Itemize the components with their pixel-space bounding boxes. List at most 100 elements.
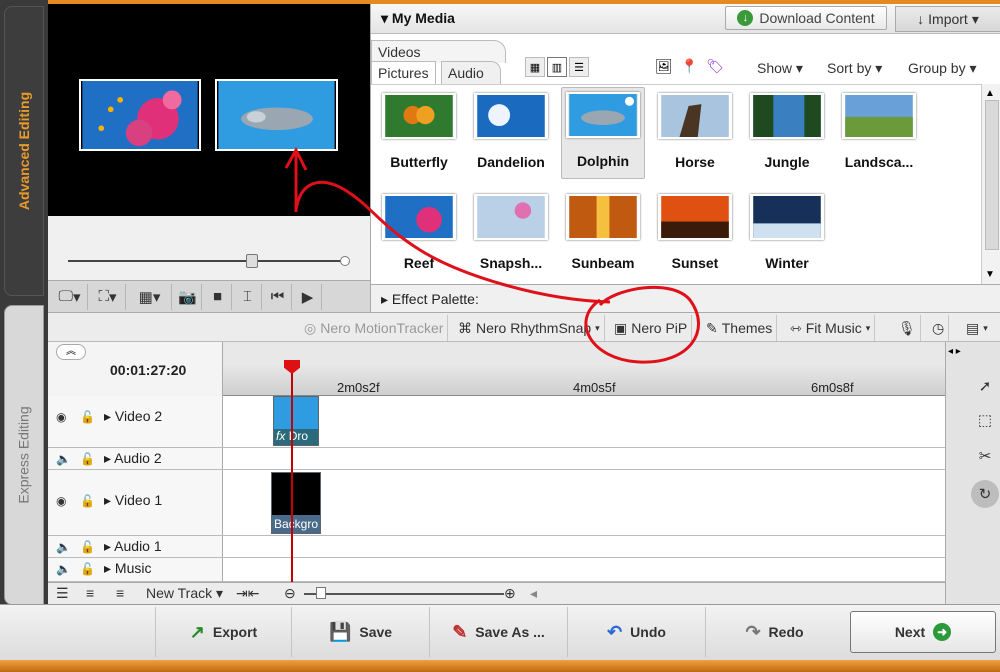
tab-videos[interactable]: Videos [371, 40, 506, 63]
stop-button[interactable]: ■ [204, 283, 232, 310]
media-scrollbar[interactable]: ▲ ▼ [981, 84, 1000, 284]
effect-palette-bar[interactable]: ▸ Effect Palette: [371, 284, 1000, 312]
ripple-tool-icon[interactable]: ↻ [971, 480, 999, 508]
speaker-icon[interactable]: 🔈 [56, 562, 71, 576]
stop-icon: ■ [212, 288, 223, 305]
media-item-selected[interactable]: Dolphin [561, 87, 645, 179]
next-button[interactable]: Next ➜ [850, 611, 996, 653]
more-tools-button[interactable]: ▤ ▾ [962, 315, 992, 341]
background-clip[interactable]: Backgro [271, 472, 321, 534]
save-button[interactable]: 💾 Save [291, 607, 429, 657]
media-item[interactable]: Jungle [745, 89, 829, 181]
nero-pip-button[interactable]: ▣ Nero PiP [610, 315, 693, 341]
import-button[interactable]: ↓ Import ▾ [895, 6, 1000, 32]
pointer-tool-icon[interactable]: ➚ [971, 372, 999, 400]
scroll-thumb[interactable] [985, 100, 999, 250]
track-music[interactable]: 🔈 🔓 ▸ Music [48, 558, 945, 582]
track-audio-1[interactable]: 🔈 🔓 ▸ Audio 1 [48, 536, 945, 558]
scroll-left-icon[interactable]: ◂ [530, 585, 537, 602]
media-item[interactable]: Horse [653, 89, 737, 181]
zoom-slider-knob[interactable] [316, 587, 326, 599]
sunbeam-thumbnail [566, 194, 640, 240]
track-size-medium-icon[interactable]: ≡ [86, 585, 94, 601]
rhythm-snap-button[interactable]: ⌘ Nero RhythmSnap ▾ [454, 315, 605, 341]
new-track-menu[interactable]: New Track ▾ [146, 585, 223, 602]
track-size-small-icon[interactable]: ≡ [116, 585, 124, 601]
dolphin-clip[interactable]: fx Dro [273, 396, 319, 446]
previous-frame-button[interactable]: ⏮ [264, 283, 292, 310]
timeline-ruler[interactable]: 2m0s2f 4m0s5f 6m0s8f [223, 366, 945, 396]
lock-icon[interactable]: 🔓 [80, 494, 95, 508]
location-pin-icon[interactable]: 📍 [681, 58, 698, 75]
view-list-icon[interactable]: ☰ [569, 57, 589, 77]
zoom-slider-track[interactable] [304, 593, 504, 595]
target-icon: ◎ [304, 319, 317, 336]
media-item[interactable]: Sunset [653, 190, 737, 282]
selection-tool-icon[interactable]: ⬚ [971, 406, 999, 434]
fullscreen-menu-button[interactable]: ⛶ ▾ [90, 283, 126, 310]
lock-icon[interactable]: 🔓 [80, 562, 95, 576]
play-button[interactable]: ▶ [294, 283, 322, 310]
scroll-down-icon[interactable]: ▼ [985, 269, 995, 280]
media-item[interactable]: Reef [377, 190, 461, 282]
redo-button[interactable]: ↷ Redo [705, 607, 843, 657]
export-label: Export [212, 624, 258, 640]
zoom-in-icon[interactable]: ⊕ [504, 585, 516, 602]
visibility-icon[interactable]: ◉ [56, 494, 66, 508]
sort-by-menu[interactable]: Sort by ▾ [827, 60, 882, 77]
undo-button[interactable]: ↶ Undo [567, 607, 705, 657]
media-title[interactable]: ▾ My Media [381, 10, 455, 27]
monitor-menu-button[interactable]: 🖵 ▾ [52, 283, 88, 310]
collapse-up-icon[interactable]: ︽ [56, 344, 86, 360]
track-audio-2[interactable]: 🔈 🔓 ▸ Audio 2 [48, 448, 945, 470]
speaker-icon[interactable]: 🔈 [56, 452, 71, 466]
preview-slider-track[interactable] [68, 260, 348, 262]
media-item[interactable]: Landsca... [837, 89, 921, 181]
themes-button[interactable]: ✎ Themes [702, 315, 778, 341]
download-content-button[interactable]: ↓ Download Content [725, 6, 887, 30]
lock-icon[interactable]: 🔓 [80, 540, 95, 554]
split-button[interactable]: ⌶ [234, 283, 262, 310]
microphone-button[interactable]: 🎙 [894, 315, 921, 341]
tag-icon[interactable]: 🏷 [706, 58, 724, 75]
aspect-menu-button[interactable]: ▦ ▾ [128, 283, 172, 310]
fit-timeline-icon[interactable]: ⇥⇤ [236, 585, 259, 602]
group-by-menu[interactable]: Group by ▾ [908, 60, 977, 77]
show-menu[interactable]: Show ▾ [757, 60, 803, 77]
scroll-up-icon[interactable]: ▲ [985, 88, 995, 99]
view-large-icon[interactable]: ▦ [525, 57, 545, 77]
timer-button[interactable]: ◷ [928, 315, 950, 341]
track-size-large-icon[interactable]: ☰ [56, 585, 69, 602]
new-track-label: New Track [146, 585, 213, 601]
chevron-down-icon: ▾ [595, 322, 600, 333]
preview-screen [48, 4, 370, 216]
media-item[interactable]: Winter [745, 190, 829, 282]
export-button[interactable]: ↗ Export [155, 607, 291, 657]
scissors-icon[interactable]: ✂ [971, 442, 999, 470]
tab-pictures[interactable]: Pictures [371, 61, 436, 84]
preview-slider-knob[interactable] [246, 254, 258, 268]
snapshot-button[interactable]: 📷 [174, 283, 202, 310]
lock-icon[interactable]: 🔓 [80, 452, 95, 466]
fit-music-button[interactable]: ⇿ Fit Music ▾ [786, 315, 876, 341]
media-item[interactable]: Dandelion [469, 89, 553, 181]
media-item[interactable]: Sunbeam [561, 190, 645, 282]
visibility-icon[interactable]: ◉ [56, 410, 66, 424]
next-arrow-icon: ➜ [933, 623, 952, 641]
speaker-icon[interactable]: 🔈 [56, 540, 71, 554]
track-video-1[interactable]: ◉ 🔓 ▸ Video 1 Backgro [48, 470, 945, 536]
zoom-out-icon[interactable]: ⊖ [284, 585, 296, 602]
scroll-left-icon[interactable]: ◂ ▸ [948, 346, 961, 357]
face-filter-icon[interactable]: 🖼 [655, 58, 673, 75]
tab-audio[interactable]: Audio [441, 61, 501, 84]
import-label: Import [928, 11, 968, 27]
save-as-button[interactable]: ✎ Save As ... [429, 607, 567, 657]
view-grid-icon[interactable]: ▥ [547, 57, 567, 77]
tab-advanced-editing[interactable]: Advanced Editing [4, 6, 44, 296]
track-video-2[interactable]: ◉ 🔓 ▸ Video 2 fx Dro [48, 396, 945, 448]
tab-express-editing[interactable]: Express Editing [4, 305, 44, 605]
media-item[interactable]: Snapsh... [469, 190, 553, 282]
lock-icon[interactable]: 🔓 [80, 410, 95, 424]
media-item[interactable]: Butterfly [377, 89, 461, 181]
motion-tracker-button[interactable]: ◎ Nero MotionTracker [300, 315, 449, 341]
